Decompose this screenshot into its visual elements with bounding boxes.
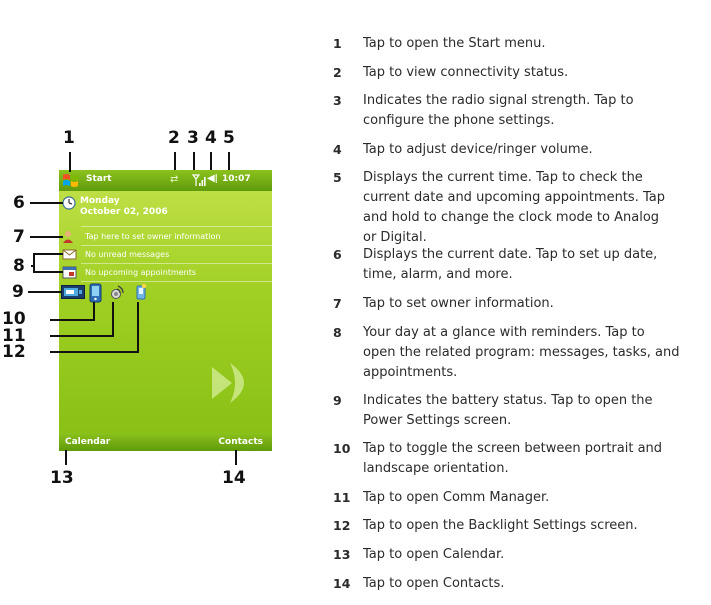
desc-text: Tap to open the Backlight Settings scree… [363, 518, 638, 533]
desc-text: Indicates the radio signal strength. Tap… [363, 93, 634, 128]
desc-number: 5 [333, 170, 342, 185]
desc-number: 4 [333, 142, 342, 157]
desc-text: Tap to open the Start menu. [363, 36, 546, 51]
desc-text: Tap to open Comm Manager. [363, 490, 550, 505]
desc-number: 3 [333, 93, 342, 108]
desc-text: Displays the current date. Tap to set up… [363, 247, 658, 282]
desc-number: 13 [333, 547, 351, 562]
desc-text: Tap to open Calendar. [363, 547, 505, 562]
callout-14: 14 [222, 468, 246, 488]
callout-3: 3 [187, 128, 199, 148]
desc-text: Tap to toggle the screen between portrai… [363, 441, 663, 476]
callout-5: 5 [223, 128, 235, 148]
desc-number: 12 [333, 518, 351, 533]
desc-text: Tap to adjust device/ringer volume. [363, 142, 593, 157]
desc-number: 10 [333, 441, 351, 456]
desc-text: Indicates the battery status. Tap to ope… [363, 393, 653, 428]
callout-7: 7 [13, 227, 25, 247]
callout-1: 1 [63, 128, 75, 148]
desc-text: Displays the current time. Tap to check … [363, 170, 665, 245]
callout-6: 6 [13, 193, 25, 213]
desc-number: 6 [333, 247, 342, 262]
desc-number: 2 [333, 65, 342, 80]
desc-number: 7 [333, 296, 342, 311]
desc-number: 9 [333, 393, 342, 408]
desc-number: 14 [333, 576, 351, 591]
desc-number: 1 [333, 36, 342, 51]
desc-text: Tap to set owner information. [363, 296, 554, 311]
desc-text: Your day at a glance with reminders. Tap… [363, 325, 680, 380]
callout-13: 13 [50, 468, 74, 488]
callout-4: 4 [205, 128, 217, 148]
desc-text: Tap to view connectivity status. [363, 65, 569, 80]
callout-12: 12 [2, 342, 26, 362]
desc-text: Tap to open Contacts. [363, 576, 505, 591]
callout-9: 9 [12, 282, 24, 302]
desc-number: 8 [333, 325, 342, 340]
desc-number: 11 [333, 490, 351, 505]
callout-2: 2 [168, 128, 180, 148]
callout-8: 8 [13, 256, 25, 276]
